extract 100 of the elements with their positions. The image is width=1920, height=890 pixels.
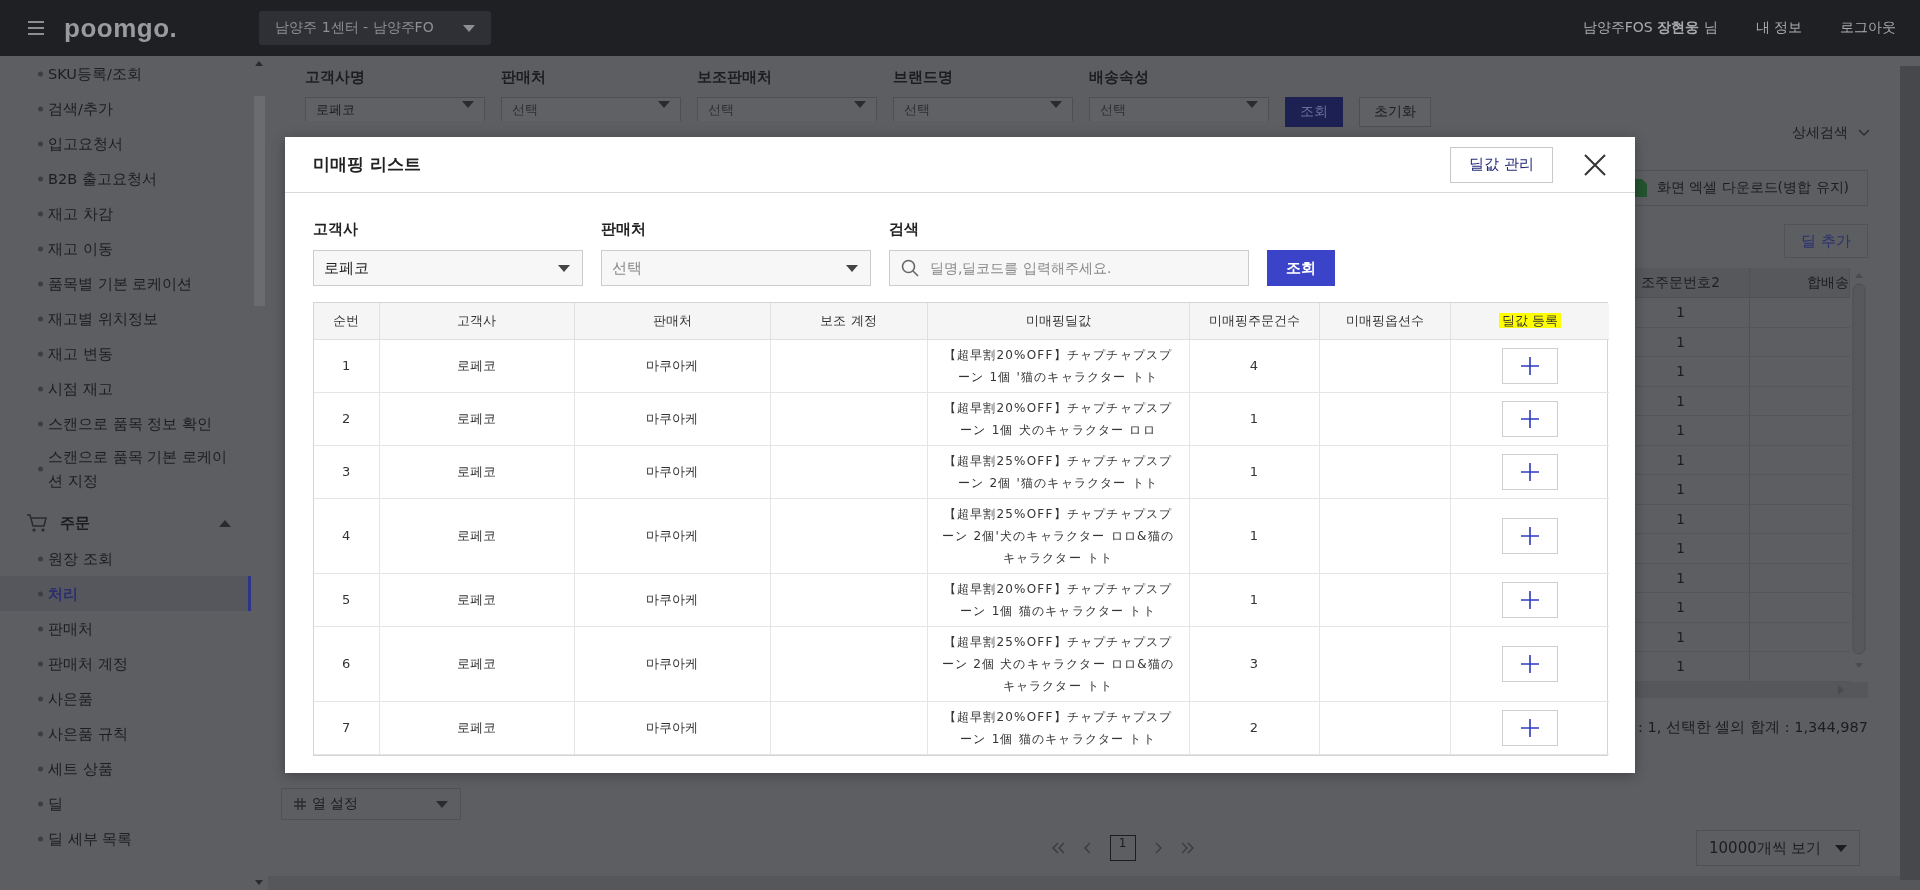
sidebar-section[interactable]: 주문 [0,497,251,541]
sidebar-item[interactable]: 판매처 계정 [0,646,251,681]
table-cell: 1 [1189,498,1319,573]
deal-manage-button[interactable]: 딜값 관리 [1450,146,1553,183]
column-settings-select[interactable]: 열 설정 [281,788,461,820]
table-cell: 로페코 [379,573,574,626]
column-header: 순번 [332,312,361,328]
dialog-select[interactable]: 선택 [601,250,871,286]
table-cell: 【超早割20%OFF】チャプチャプスプーン 1個 猫のキャラクター トト [927,573,1189,626]
sidebar-item[interactable]: SKU등록/조회 [0,56,251,91]
detail-search-toggle[interactable]: 상세검색 [1792,124,1870,142]
menu-icon[interactable] [28,21,44,35]
sidebar-item[interactable]: 시점 재고 [0,371,251,406]
table-cell: 【超早割20%OFF】チャプチャプスプーン 1個 '猫のキャラクター トト [927,339,1189,392]
table-cell: 1 [1189,573,1319,626]
plus-icon [1520,409,1539,428]
table-cell: 3 [314,445,379,498]
sidebar-item[interactable]: 원장 조회 [0,541,251,576]
table-cell: 【超早割25%OFF】チャプチャプスプーン 2個'犬のキャラクター ロロ&猫のキャラクター トト [927,498,1189,573]
table-cell: 마쿠아케 [574,573,770,626]
sidebar-item[interactable]: B2B 출고요청서 [0,161,251,196]
sidebar-item[interactable]: 판매처 [0,611,251,646]
search-field[interactable]: 딜명,딜코드를 입력해주세요. [889,250,1249,286]
filter-select[interactable]: 로페코 [305,97,485,121]
add-button[interactable] [1501,581,1558,618]
search-button[interactable]: 조회 [1285,97,1343,127]
table-cell: 2 [314,392,379,445]
caret-icon [854,101,866,108]
page-number[interactable]: 1 [1109,835,1136,861]
sidebar-item[interactable]: 품목별 기본 로케이션 [0,266,251,301]
sidebar-item[interactable]: 사은품 [0,681,251,716]
cart-icon [26,513,48,533]
sidebar-item[interactable]: 재고 이동 [0,231,251,266]
grid-icon [294,798,306,810]
page-size-select[interactable]: 10000개씩 보기 [1696,830,1860,866]
sidebar-item[interactable]: 재고 차감 [0,196,251,231]
sidebar-item[interactable]: 재고별 위치정보 [0,301,251,336]
table-cell: 1 [1189,445,1319,498]
table-cell: 【超早割25%OFF】チャプチャプスプーン 2個 '猫のキャラクター トト [927,445,1189,498]
sidebar-item[interactable]: 스캔으로 품목 정보 확인 [0,406,251,441]
table-cell: 【超早割20%OFF】チャプチャプスプーン 1個 犬のキャラクター ロロ [927,392,1189,445]
table-cell: 로페코 [379,701,574,754]
add-button[interactable] [1501,347,1558,384]
selection-summary: : 1, 선택한 셀의 합계 : 1,344,987 [1637,718,1868,737]
sidebar-item[interactable]: 딜 세부 목록 [0,821,251,856]
top-link[interactable]: 내 정보 [1755,19,1802,37]
add-button[interactable] [1501,517,1558,554]
table-cell: 로페코 [379,445,574,498]
table-cell: 로페코 [379,626,574,701]
table-cell: 마쿠아케 [574,701,770,754]
column-header: 딜값 등록 [1498,312,1561,328]
caret-up-icon [219,519,231,527]
filter-label: 브랜드명 [893,68,954,87]
plus-icon [1520,654,1539,673]
caret-icon [846,264,858,272]
add-button[interactable] [1501,400,1558,437]
chevron-down-icon [1858,129,1870,137]
column-header: 미매핑옵션수 [1344,312,1425,328]
dialog-title: 미매핑 리스트 [313,153,421,176]
reset-button[interactable]: 초기화 [1359,97,1431,127]
caret-icon [462,101,474,108]
column-header: 보조 계정 [819,312,878,328]
filter-label: 판매처 [601,220,647,239]
table-cell: 【超早割20%OFF】チャプチャプスプーン 1個 猫のキャラクター トト [927,701,1189,754]
sidebar-item[interactable]: 사은품 규칙 [0,716,251,751]
column-header: 고객사 [456,312,497,328]
plus-icon [1520,718,1539,737]
column-header: 미매핑주문건수 [1207,312,1301,328]
table-cell: 마쿠아케 [574,498,770,573]
sidebar-item[interactable]: 세트 상품 [0,751,251,786]
table-cell: 마쿠아케 [574,445,770,498]
caret-icon [1835,844,1847,852]
add-button[interactable] [1501,709,1558,746]
table-cell: 4 [314,498,379,573]
plus-icon [1520,590,1539,609]
center-select[interactable]: 남양주 1센터 - 남양주FO [259,11,492,45]
add-button[interactable] [1501,645,1558,682]
table-cell: 7 [314,701,379,754]
table-cell: 3 [1189,626,1319,701]
table-cell: 【超早割25%OFF】チャプチャプスプーン 2個 犬のキャラクター ロロ&猫のキャラクター トト [927,626,1189,701]
sidebar-item[interactable]: 입고요청서 [0,126,251,161]
table-cell: 5 [314,573,379,626]
column-header: 합배송 [1750,268,1850,297]
user-name: 남양주FOS 장현웅 님 [1582,19,1718,37]
sidebar-item[interactable]: 검색/추가 [0,91,251,126]
sidebar-item[interactable]: 딜 [0,786,251,821]
add-button[interactable] [1501,453,1558,490]
top-link[interactable]: 로그아웃 [1840,19,1896,37]
caret-icon [558,264,570,272]
caret-icon [436,800,448,808]
dialog-select[interactable]: 로페코 [313,250,583,286]
table-cell: 1 [1189,392,1319,445]
sidebar-item[interactable]: 스캔으로 품목 기본 로케이션 지정 [0,441,251,497]
filter-label: 고객사 [313,220,359,239]
table-cell: 마쿠아케 [574,626,770,701]
sidebar-item[interactable]: 재고 변동 [0,336,251,371]
search-button[interactable]: 조회 [1267,250,1335,286]
table-cell: 2 [1189,701,1319,754]
logo[interactable]: poomgo. [64,12,178,44]
caret-icon [463,24,476,32]
